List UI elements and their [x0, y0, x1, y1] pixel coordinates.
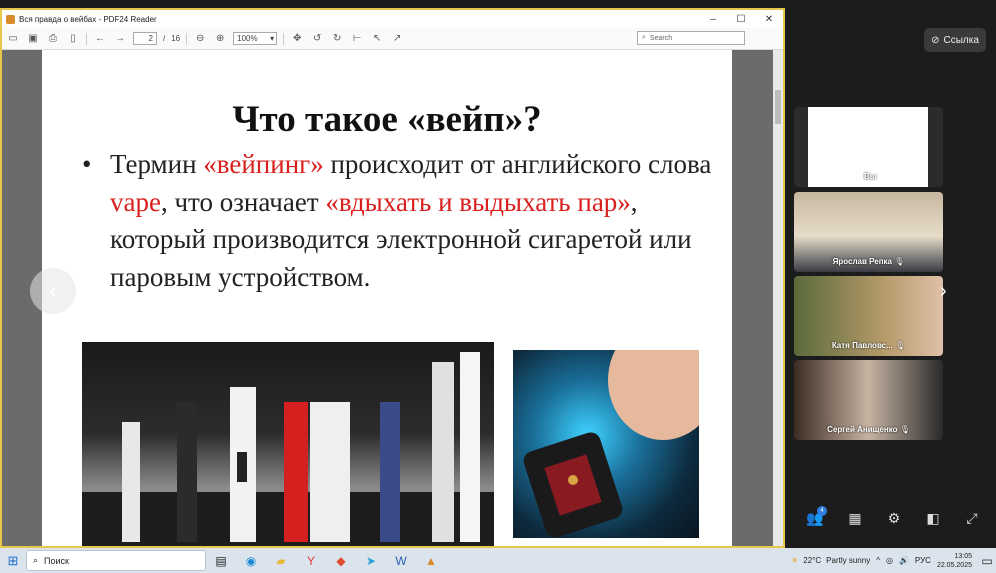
windows-taskbar: ⊞ ⌕ Поиск ▤ ◉ ▰ Y ◆ ➤ W ▲ ☀ 22°C Partly …: [0, 548, 996, 573]
highlight-word: vape: [110, 186, 161, 217]
document-viewer[interactable]: Что такое «вейп»? • Термин «вейпинг» про…: [2, 50, 783, 546]
open-folder-icon[interactable]: ▭: [6, 32, 20, 46]
taskbar-search[interactable]: ⌕ Поиск: [26, 550, 206, 571]
share-icon[interactable]: ↗: [390, 32, 404, 46]
search-icon: ⌕: [33, 555, 39, 565]
search-icon: ⌕: [642, 34, 646, 41]
slide-title: Что такое «вейп»?: [232, 99, 542, 140]
participant-tile-self[interactable]: Вы: [794, 107, 943, 187]
participants-count-badge: 4: [817, 506, 827, 516]
participants-button[interactable]: 👥 4: [805, 506, 827, 527]
fullscreen-icon[interactable]: ⤢: [962, 510, 982, 527]
participant-tile-katya[interactable]: Катя Павловс... 🎙: [794, 276, 943, 356]
page-number-input[interactable]: 2: [133, 32, 157, 45]
zoom-in-icon[interactable]: ⊕: [213, 32, 227, 46]
task-view-icon[interactable]: ▤: [206, 548, 236, 573]
pdf-page: Что такое «вейп»? • Термин «вейпинг» про…: [42, 50, 732, 546]
slide-bullet-text: • Термин «вейпинг» происходит от английс…: [82, 146, 722, 296]
windows-start-icon[interactable]: ⊞: [0, 553, 26, 569]
grid-layout-icon[interactable]: ▦: [845, 510, 865, 527]
chevron-right-icon[interactable]: ›: [940, 280, 947, 303]
participant-tile-sergey[interactable]: Сергей Анищенко 🎙: [794, 360, 943, 440]
arrow-left-icon[interactable]: ←: [93, 32, 107, 46]
scrollbar-thumb[interactable]: [775, 90, 781, 124]
highlight-term: «вейпинг»: [203, 149, 324, 179]
vape-devices-photo: [82, 342, 494, 546]
pdf24-taskbar-icon[interactable]: ▲: [416, 548, 446, 573]
temperature: 22°C: [803, 556, 822, 565]
select-cursor-icon[interactable]: ↖: [370, 32, 384, 46]
telegram-icon[interactable]: ➤: [356, 548, 386, 573]
app-icon[interactable]: ◆: [326, 548, 356, 573]
volume-icon[interactable]: 🔊: [899, 556, 909, 565]
page-separator: /: [163, 34, 166, 43]
clock[interactable]: 13:05 22.05.2025: [937, 552, 978, 570]
rotate-right-icon[interactable]: ↻: [330, 32, 344, 46]
text-part: , что означает: [160, 186, 326, 217]
participant-name: Ярослав Репка: [832, 257, 893, 266]
settings-gear-icon[interactable]: ⚙: [884, 510, 904, 527]
mic-off-icon: 🎙: [894, 257, 905, 266]
search-placeholder: Search: [649, 34, 673, 42]
language-indicator[interactable]: РУС: [915, 556, 931, 565]
sidebar-toggle-icon[interactable]: ▯: [66, 32, 80, 46]
date: 22.05.2025: [936, 561, 972, 569]
copy-link-button[interactable]: ⊘ Ссылка: [924, 28, 986, 52]
text-part: Термин: [110, 149, 204, 179]
edge-browser-icon[interactable]: ◉: [236, 548, 266, 573]
slide-previous-arrow[interactable]: ‹: [30, 268, 76, 314]
file-explorer-icon[interactable]: ▰: [266, 548, 296, 573]
participant-name: Сергей Анищенко: [827, 425, 898, 434]
save-icon[interactable]: ▣: [26, 32, 40, 46]
fit-width-icon[interactable]: ⊢: [350, 32, 364, 46]
system-tray: ^ ◎ 🔊 РУС: [876, 556, 937, 565]
print-icon[interactable]: ⎙: [46, 32, 60, 46]
close-button[interactable]: ✕: [755, 14, 783, 25]
chevron-up-icon[interactable]: ^: [876, 556, 880, 565]
weather-sun-icon: ☀: [791, 556, 799, 565]
participant-name: Вы: [864, 172, 877, 181]
pdf-reader-window: Вся правда о вейбах - PDF24 Reader – ☐ ✕…: [0, 8, 785, 548]
yandex-browser-icon[interactable]: Y: [296, 548, 326, 573]
time: 13:05: [954, 552, 972, 560]
page-total: 16: [171, 34, 181, 43]
participant-name: Катя Павловс...: [831, 341, 893, 350]
highlight-phrase: «вдыхать и выдыхать пар»: [325, 186, 631, 217]
zoom-out-icon[interactable]: ⊖: [193, 32, 207, 46]
weather-widget[interactable]: ☀ 22°C Partly sunny: [791, 556, 876, 565]
copy-link-label: Ссылка: [943, 34, 979, 46]
link-icon: ⊘: [931, 34, 940, 46]
window-title: Вся правда о вейбах - PDF24 Reader: [19, 14, 157, 24]
taskbar-search-label: Поиск: [44, 555, 69, 566]
text-part: происходит от английского слова: [323, 149, 712, 179]
rotate-left-icon[interactable]: ↺: [310, 32, 324, 46]
maximize-button[interactable]: ☐: [727, 14, 755, 25]
pdf24-app-icon: [6, 14, 15, 24]
vertical-scrollbar[interactable]: [773, 50, 783, 546]
title-bar: Вся правда о вейбах - PDF24 Reader – ☐ ✕: [2, 10, 783, 28]
mic-off-icon: 🎙: [895, 341, 906, 350]
notifications-icon[interactable]: ▭: [978, 548, 996, 573]
toolbar-divider: [186, 32, 188, 45]
word-icon[interactable]: W: [386, 548, 416, 573]
arrow-right-icon[interactable]: →: [113, 32, 127, 46]
toolbar-divider: [86, 32, 87, 45]
bullet-mark: •: [82, 149, 92, 179]
search-input[interactable]: ⌕ Search: [637, 31, 745, 45]
vaping-person-photo: [513, 350, 699, 538]
network-icon[interactable]: ◎: [886, 556, 893, 565]
layout-toggle-icon[interactable]: ◧: [923, 510, 943, 527]
desktop: Вся правда о вейбах - PDF24 Reader – ☐ ✕…: [0, 0, 996, 573]
minimize-button[interactable]: –: [699, 14, 727, 25]
weather-condition: Partly sunny: [826, 556, 871, 565]
pan-tool-icon[interactable]: ✥: [290, 32, 304, 46]
zoom-select[interactable]: 100%: [233, 32, 278, 45]
toolbar-divider: [283, 32, 285, 45]
participant-tile-yaroslav[interactable]: Ярослав Репка 🎙: [794, 192, 943, 272]
mic-off-icon: 🎙: [899, 425, 910, 434]
